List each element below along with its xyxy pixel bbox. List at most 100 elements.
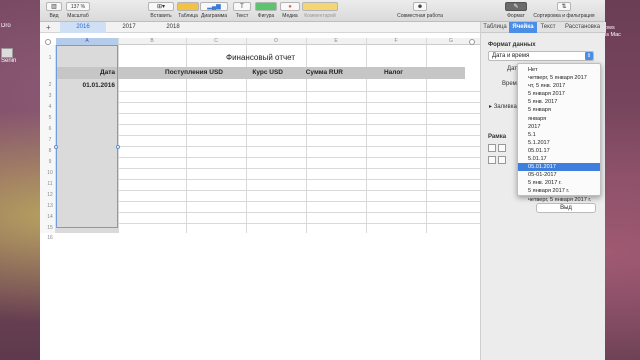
- dropdown-item[interactable]: 5.1: [518, 131, 600, 139]
- sidebar-button[interactable]: Выд: [536, 203, 596, 213]
- table-label: Таблица: [178, 13, 198, 19]
- data-format-value: Дата и время: [492, 53, 530, 59]
- dropdown-item[interactable]: 5.01.17: [518, 155, 600, 163]
- column-header-a[interactable]: A: [56, 38, 118, 45]
- dropdown-item[interactable]: чт, 5 янв. 2017: [518, 82, 600, 90]
- text-button[interactable]: T Текст: [233, 2, 251, 19]
- dropdown-item[interactable]: 05.01.2017: [518, 163, 600, 172]
- dropdown-item[interactable]: 05-01-2017: [518, 171, 600, 179]
- grid-line: [56, 91, 480, 92]
- column-header-b[interactable]: B: [118, 38, 186, 45]
- data-format-select[interactable]: Дата и время ⇕: [488, 51, 594, 61]
- insert-button[interactable]: ⊞▾ Вставить: [148, 2, 174, 19]
- header-cell-income-usd[interactable]: Поступления USD: [118, 67, 226, 79]
- table-icon: [177, 2, 199, 11]
- dropdown-item[interactable]: 5 янв. 2017 г.: [518, 179, 600, 187]
- sheet-tab-2018[interactable]: 2018: [150, 22, 196, 33]
- fill-section[interactable]: ▸ Заливка: [489, 103, 517, 110]
- zoom-select[interactable]: 137 %: [66, 2, 90, 11]
- column-header-d[interactable]: D: [246, 38, 306, 45]
- dropdown-item[interactable]: Нет: [518, 66, 600, 74]
- file-thumbnail-icon: [1, 48, 13, 58]
- row-number[interactable]: 8: [45, 148, 55, 154]
- date-format-dropdown[interactable]: Нет четверг, 5 января 2017 чт, 5 янв. 2017…: [517, 63, 601, 203]
- row-number[interactable]: 7: [45, 137, 55, 143]
- border-horizontal-icon[interactable]: [498, 156, 506, 164]
- row-number[interactable]: 5: [45, 115, 55, 121]
- grid-line: [56, 113, 480, 114]
- resize-handle-left[interactable]: [54, 145, 58, 149]
- desktop-icon-label: Senin: [1, 58, 17, 64]
- insert-label: Вставить: [150, 13, 172, 19]
- desktop-icon-folder[interactable]: Dro: [1, 23, 39, 45]
- row-number[interactable]: 6: [45, 126, 55, 132]
- desktop-icon-file[interactable]: Senin: [1, 48, 39, 70]
- view-button[interactable]: ▥ Вид: [46, 2, 62, 19]
- collaborate-button[interactable]: ☻ Совместная работа: [394, 2, 446, 19]
- row-number[interactable]: 9: [45, 159, 55, 165]
- header-cell-usd-rate[interactable]: Курс USD: [226, 67, 286, 79]
- sheet-tab-2016[interactable]: 2016: [60, 22, 106, 33]
- dropdown-item[interactable]: 5 января 2017: [518, 90, 600, 98]
- row-number[interactable]: 3: [45, 93, 55, 99]
- header-cell-tax[interactable]: Налог: [346, 67, 406, 79]
- row-number[interactable]: 2: [45, 82, 55, 88]
- row-number[interactable]: 12: [45, 192, 55, 198]
- dropdown-item[interactable]: 05.01.17: [518, 147, 600, 155]
- comment-icon: [302, 2, 338, 11]
- row-number[interactable]: 1: [45, 55, 55, 61]
- collaborate-label: Совместная работа: [397, 13, 443, 19]
- dropdown-item[interactable]: 5 января: [518, 106, 600, 114]
- dropdown-item[interactable]: 2017: [518, 123, 600, 131]
- column-header-e[interactable]: E: [306, 38, 366, 45]
- column-header-f[interactable]: F: [366, 38, 426, 45]
- desktop-right-labels: ows ls Mac: [605, 25, 640, 39]
- row-number[interactable]: 13: [45, 203, 55, 209]
- spreadsheet-grid[interactable]: A B C D E F G 1 2 3 4 5 6 7 8 9 10 11 12…: [40, 33, 480, 360]
- tab-table[interactable]: Таблица: [481, 22, 509, 33]
- border-inner-icon[interactable]: [498, 144, 506, 152]
- zoom-control[interactable]: 137 % Масштаб: [66, 2, 90, 19]
- sheet-tab-2017[interactable]: 2017: [106, 22, 152, 33]
- media-button[interactable]: ● Медиа: [280, 2, 300, 19]
- row-number[interactable]: 16: [45, 235, 55, 241]
- dropdown-item[interactable]: четверг, 5 января 2017: [518, 74, 600, 82]
- sort-filter-button[interactable]: ⇅ Сортировка и фильтрация: [528, 2, 600, 19]
- text-icon: T: [233, 2, 251, 11]
- chart-button[interactable]: ▂▄▆ Диаграмма: [200, 2, 228, 19]
- grid-line: [56, 212, 480, 213]
- column-header-c[interactable]: C: [186, 38, 246, 45]
- tab-text[interactable]: Текст: [537, 22, 559, 33]
- row-number[interactable]: 14: [45, 214, 55, 220]
- tab-arrange[interactable]: Расстановка: [559, 22, 606, 33]
- add-column-icon[interactable]: [469, 39, 475, 45]
- table-button[interactable]: Таблица: [177, 2, 199, 19]
- grid-line: [56, 102, 480, 103]
- row-number[interactable]: 11: [45, 181, 55, 187]
- comment-button[interactable]: Комментарий: [302, 2, 338, 19]
- border-all-icon[interactable]: [488, 144, 496, 152]
- shape-button[interactable]: Фигура: [255, 2, 277, 19]
- dropdown-item[interactable]: 5.1.2017: [518, 139, 600, 147]
- grid-line: [56, 223, 480, 224]
- border-outer-icon[interactable]: [488, 156, 496, 164]
- row-number[interactable]: 10: [45, 170, 55, 176]
- dropdown-item[interactable]: января: [518, 115, 600, 123]
- data-format-heading: Формат данных: [488, 42, 536, 48]
- header-cell-sum-rur[interactable]: Сумма RUR: [286, 67, 346, 79]
- resize-handle-right[interactable]: [116, 145, 120, 149]
- column-a-selection-border: [56, 45, 118, 228]
- grid-line: [56, 157, 480, 158]
- tab-cell[interactable]: Ячейка: [509, 22, 537, 33]
- row-number[interactable]: 15: [45, 225, 55, 231]
- row-number[interactable]: 4: [45, 104, 55, 110]
- collaborate-icon: ☻: [413, 2, 427, 11]
- dropdown-item[interactable]: 5 янв. 2017: [518, 98, 600, 106]
- add-sheet-button[interactable]: +: [46, 22, 51, 33]
- dropdown-item[interactable]: 5 января 2017 г.: [518, 187, 600, 195]
- select-all-icon[interactable]: [45, 39, 51, 45]
- format-button[interactable]: ✎ Формат: [505, 2, 527, 19]
- dropdown-item[interactable]: четверг, 5 января 2017 г.: [518, 196, 600, 204]
- sort-filter-label: Сортировка и фильтрация: [533, 13, 595, 19]
- border-style-grid[interactable]: [488, 144, 518, 168]
